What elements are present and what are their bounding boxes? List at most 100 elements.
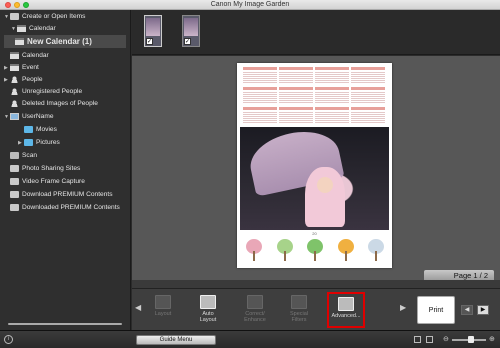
sidebar-item-label: Movies bbox=[36, 126, 57, 133]
special-filters-button[interactable]: Special Filters bbox=[282, 292, 316, 328]
correct-enhance-button-label: Correct/ Enhance bbox=[244, 311, 266, 323]
page-thumbnail-strip: ✓ ✓ bbox=[132, 10, 500, 55]
guide-menu-button[interactable]: Guide Menu bbox=[136, 335, 216, 345]
sidebar-item-label: Scan bbox=[22, 152, 38, 159]
calendar-icon bbox=[10, 52, 19, 59]
advanced-button[interactable]: Advanced... bbox=[327, 292, 365, 328]
layout-button[interactable]: Layout bbox=[146, 292, 180, 328]
tree-graphic bbox=[337, 239, 355, 261]
sidebar-item-unregistered-people[interactable]: Unregistered People bbox=[10, 86, 82, 97]
correct-enhance-icon bbox=[247, 295, 263, 309]
sidebar-item-event[interactable]: ▶ Event bbox=[4, 62, 39, 73]
calendar-months-grid bbox=[243, 67, 386, 125]
people-icon bbox=[10, 76, 19, 83]
advanced-button-label: Advanced... bbox=[331, 313, 361, 319]
sidebar-item-download-premium-contents[interactable]: Download PREMIUM Contents bbox=[10, 189, 113, 200]
tree-graphic bbox=[276, 239, 294, 261]
auto-layout-button[interactable]: Auto Layout bbox=[191, 292, 225, 328]
window-title: Canon My Image Garden bbox=[210, 1, 290, 8]
special-filters-button-label: Special Filters bbox=[289, 311, 309, 323]
calendar-month bbox=[315, 87, 349, 105]
sidebar-item-label: Download PREMIUM Contents bbox=[22, 191, 113, 198]
calendar-month bbox=[315, 107, 349, 125]
zoom-in-icon[interactable]: ⊕ bbox=[489, 335, 495, 343]
sidebar-item-calendar-group[interactable]: ▼ Calendar bbox=[11, 23, 56, 34]
page-thumbnail[interactable]: ✓ bbox=[182, 15, 200, 47]
sidebar-item-label: Calendar bbox=[29, 25, 56, 32]
single-page-view-icon[interactable] bbox=[414, 336, 421, 343]
sidebar-item-label: Pictures bbox=[36, 139, 60, 146]
sidebar-item-label: Photo Sharing Sites bbox=[22, 165, 81, 172]
tree-graphic bbox=[367, 239, 385, 261]
page-thumbnail[interactable]: ✓ bbox=[144, 15, 162, 47]
sidebar-item-label: Video Frame Capture bbox=[22, 178, 85, 185]
title-bar: Canon My Image Garden bbox=[0, 0, 500, 10]
zoom-out-icon[interactable]: ⊖ bbox=[443, 335, 449, 343]
tree-graphic bbox=[306, 239, 324, 261]
sidebar-item-movies[interactable]: Movies bbox=[24, 124, 57, 135]
advanced-icon bbox=[338, 297, 354, 311]
correct-enhance-button[interactable]: Correct/ Enhance bbox=[238, 292, 272, 328]
create-items-icon bbox=[10, 13, 19, 20]
thumbnail-image bbox=[184, 18, 198, 36]
calendar-month bbox=[279, 67, 313, 85]
sidebar-item-label: Event bbox=[22, 64, 39, 71]
sidebar-item-downloaded-premium-contents[interactable]: Downloaded PREMIUM Contents bbox=[10, 202, 120, 213]
calendar-photo[interactable] bbox=[240, 124, 389, 230]
sidebar-item-label: New Calendar (1) bbox=[27, 37, 92, 46]
preview-area: 20 Page 1 / 2 bbox=[132, 56, 500, 281]
sidebar-item-new-calendar[interactable]: New Calendar (1) bbox=[4, 35, 126, 48]
tree-graphic bbox=[245, 239, 263, 261]
toolbar-scroll-left-icon[interactable]: ◀ bbox=[135, 303, 141, 312]
special-filters-icon bbox=[291, 295, 307, 309]
year-label: 20 bbox=[312, 231, 317, 236]
calendar-icon bbox=[15, 38, 24, 45]
layout-button-label: Layout bbox=[154, 311, 172, 317]
sidebar-item-video-frame-capture[interactable]: Video Frame Capture bbox=[10, 176, 85, 187]
zoom-slider-handle[interactable] bbox=[468, 336, 474, 343]
thumbnail-image bbox=[146, 18, 160, 36]
sidebar-item-calendar[interactable]: Calendar bbox=[10, 50, 49, 61]
auto-layout-button-label: Auto Layout bbox=[199, 311, 217, 323]
calendar-icon bbox=[10, 64, 19, 71]
calendar-month bbox=[243, 107, 277, 125]
child-face-graphic bbox=[317, 177, 333, 193]
calendar-month bbox=[315, 67, 349, 85]
checkbox-icon[interactable]: ✓ bbox=[146, 38, 153, 45]
folder-icon bbox=[24, 126, 33, 133]
sidebar-item-deleted-images-of-people[interactable]: Deleted Images of People bbox=[10, 98, 98, 109]
download-icon bbox=[10, 204, 19, 211]
sidebar-item-label: Deleted Images of People bbox=[22, 100, 98, 107]
toolbar-scroll-right-icon[interactable]: ▶ bbox=[400, 303, 406, 312]
status-bar: i Guide Menu ⊖ ⊕ bbox=[0, 330, 500, 348]
scan-icon bbox=[10, 152, 19, 159]
sidebar-item-label: Downloaded PREMIUM Contents bbox=[22, 204, 120, 211]
calendar-month bbox=[279, 107, 313, 125]
tree-illustrations bbox=[245, 239, 385, 263]
previous-page-button[interactable]: ◀ bbox=[461, 305, 473, 315]
print-button[interactable]: Print bbox=[417, 296, 455, 324]
sidebar-item-label: People bbox=[22, 76, 43, 83]
sidebar-item-create-or-open-items[interactable]: ▼ Create or Open Items bbox=[4, 11, 85, 22]
calendar-page[interactable]: 20 bbox=[237, 63, 392, 268]
checkbox-icon[interactable]: ✓ bbox=[184, 38, 191, 45]
next-page-button[interactable]: ▶ bbox=[477, 305, 489, 315]
sharing-icon bbox=[10, 165, 19, 172]
layout-icon bbox=[155, 295, 171, 309]
two-page-view-icon[interactable] bbox=[426, 336, 433, 343]
person-icon bbox=[10, 100, 19, 107]
preview-scrollbar[interactable] bbox=[132, 280, 500, 288]
sidebar-item-people[interactable]: ▶ People bbox=[4, 74, 43, 85]
calendar-month bbox=[351, 87, 385, 105]
calendar-icon bbox=[17, 25, 26, 32]
video-icon bbox=[10, 178, 19, 185]
person-icon bbox=[10, 88, 19, 95]
sidebar-item-pictures[interactable]: ▶ Pictures bbox=[18, 137, 60, 148]
sidebar-item-scan[interactable]: Scan bbox=[10, 150, 37, 161]
info-icon[interactable]: i bbox=[4, 335, 13, 344]
monitor-icon bbox=[10, 113, 19, 120]
sidebar-scrollbar[interactable] bbox=[8, 323, 122, 325]
edit-toolbar: ◀ Layout Auto Layout Correct/ Enhance Sp… bbox=[132, 288, 500, 330]
sidebar-item-username[interactable]: ▼ UserName bbox=[4, 111, 54, 122]
sidebar-item-photo-sharing-sites[interactable]: Photo Sharing Sites bbox=[10, 163, 80, 174]
